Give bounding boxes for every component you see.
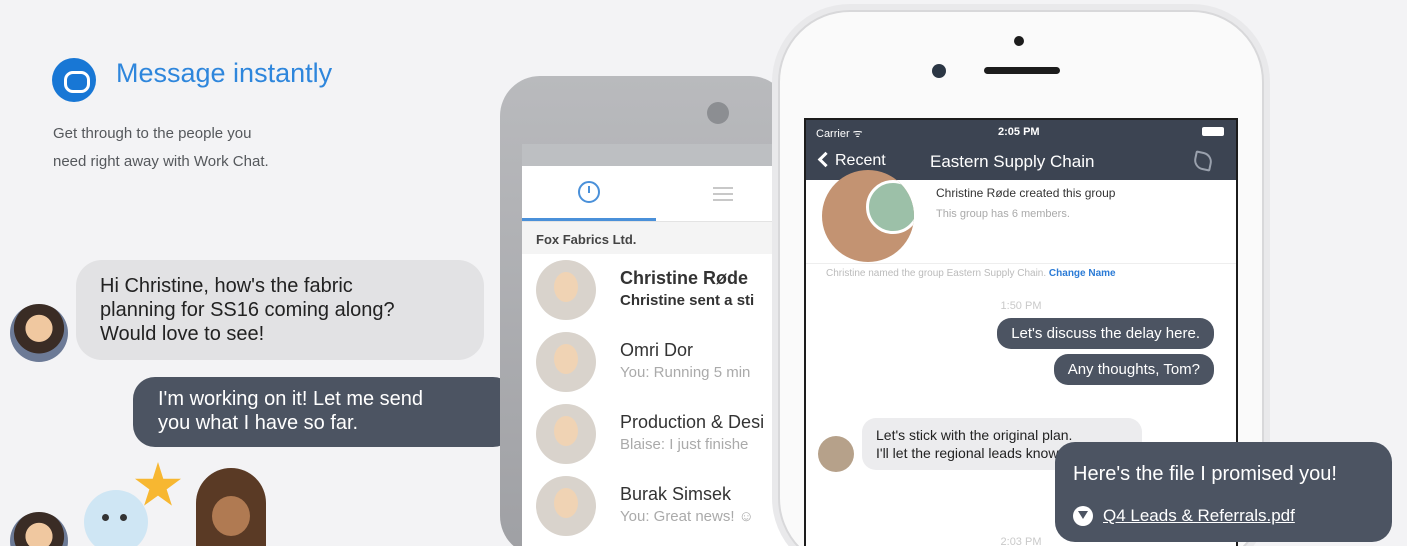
change-name-link[interactable]: Change Name: [1049, 268, 1116, 279]
message-line: you what I have so far.: [158, 412, 359, 434]
outgoing-message-bubble: Any thoughts, Tom?: [1053, 354, 1214, 385]
conversation-preview: Christine sent a sti: [620, 292, 755, 309]
file-message-text: Here's the file I promised you!: [1073, 463, 1337, 485]
system-message-text: Christine named the group Eastern Supply…: [826, 268, 1047, 279]
avatar: [10, 512, 68, 546]
phone-call-icon[interactable]: [1192, 150, 1214, 172]
status-bar: Carrier ᯤ 2:05 PM: [806, 120, 1236, 144]
conversation-title: Eastern Supply Chain: [930, 152, 1095, 171]
conversation-preview: You: Running 5 min: [620, 364, 751, 381]
sticker-smiley-icon: [84, 490, 148, 546]
tab-recent[interactable]: [522, 166, 656, 221]
hero-subtitle-line1: Get through to the people you: [53, 125, 252, 142]
system-message: Christine named the group Eastern Supply…: [826, 268, 1116, 279]
conversation-name: Burak Simsek: [620, 484, 732, 504]
chevron-left-icon: [817, 151, 834, 168]
conversation-item[interactable]: Omri Dor You: Running 5 min: [522, 326, 790, 398]
tab-bar: [522, 166, 790, 222]
message-line: Hi Christine, how's the fabric: [100, 275, 353, 297]
file-name: Q4 Leads & Referrals.pdf: [1103, 506, 1295, 525]
file-download-link[interactable]: Q4 Leads & Referrals.pdf: [1073, 506, 1295, 526]
group-label: Fox Fabrics Ltd.: [522, 222, 790, 254]
avatar: [818, 436, 854, 472]
conversation-name: Production & Desi: [620, 412, 765, 432]
avatar: [536, 332, 596, 392]
hero-title: Message instantly: [116, 58, 333, 88]
file-message-bubble: Here's the file I promised you! Q4 Leads…: [1055, 442, 1392, 542]
avatar: [10, 304, 68, 362]
group-info: Christine Røde created this group This g…: [806, 170, 1236, 264]
group-members-text: This group has 6 members.: [936, 208, 1070, 220]
conversation-item[interactable]: Burak Simsek You: Great news! ☺: [522, 470, 790, 542]
message-line: planning for SS16 coming along?: [100, 299, 395, 321]
conversation-name: Omri Dor: [620, 340, 693, 360]
list-icon: [713, 186, 733, 201]
sticker-character-icon: [196, 468, 266, 546]
back-label: Recent: [835, 152, 886, 169]
timestamp: 1:50 PM: [1000, 300, 1042, 312]
speaker-icon: [984, 67, 1060, 74]
avatar: [536, 260, 596, 320]
message-line: Would love to see!: [100, 323, 265, 345]
avatar: [536, 404, 596, 464]
outgoing-message-bubble: I'm working on it! Let me send you what …: [133, 377, 515, 447]
camera-icon: [932, 64, 946, 78]
conversation-preview: You: Great news! ☺: [620, 508, 754, 525]
android-screen: Fox Fabrics Ltd. Christine Røde Christin…: [522, 144, 790, 546]
conversation-item[interactable]: Christine Røde Christine sent a sti: [522, 254, 790, 326]
status-time: 2:05 PM: [998, 126, 1040, 138]
hero-subtitle-line2: need right away with Work Chat.: [53, 153, 269, 170]
hero-subtitle: Get through to the people you need right…: [53, 120, 373, 176]
incoming-message-bubble: Hi Christine, how's the fabric planning …: [76, 260, 484, 360]
camera-icon: [707, 102, 729, 124]
group-created-text: Christine Røde created this group: [936, 186, 1116, 200]
avatar: [536, 476, 596, 536]
status-bar: [522, 144, 790, 166]
conversation-name: Christine Røde: [620, 268, 749, 288]
message-line: I'm working on it! Let me send: [158, 388, 424, 410]
status-carrier: Carrier ᯤ: [816, 128, 863, 140]
android-phone: Fox Fabrics Ltd. Christine Røde Christin…: [500, 76, 790, 546]
conversation-preview: Blaise: I just finishe: [620, 436, 749, 453]
battery-icon: [1202, 127, 1224, 136]
work-chat-logo-icon: [52, 58, 96, 102]
group-avatar: [822, 170, 914, 262]
sensor-icon: [1014, 36, 1024, 46]
clock-icon: [578, 181, 600, 203]
conversation-item[interactable]: Production & Desi Blaise: I just finishe: [522, 398, 790, 470]
tab-list[interactable]: [656, 166, 790, 221]
outgoing-message-bubble: Let's discuss the delay here.: [997, 318, 1214, 349]
download-icon: [1073, 506, 1093, 526]
back-button[interactable]: Recent: [817, 151, 886, 170]
